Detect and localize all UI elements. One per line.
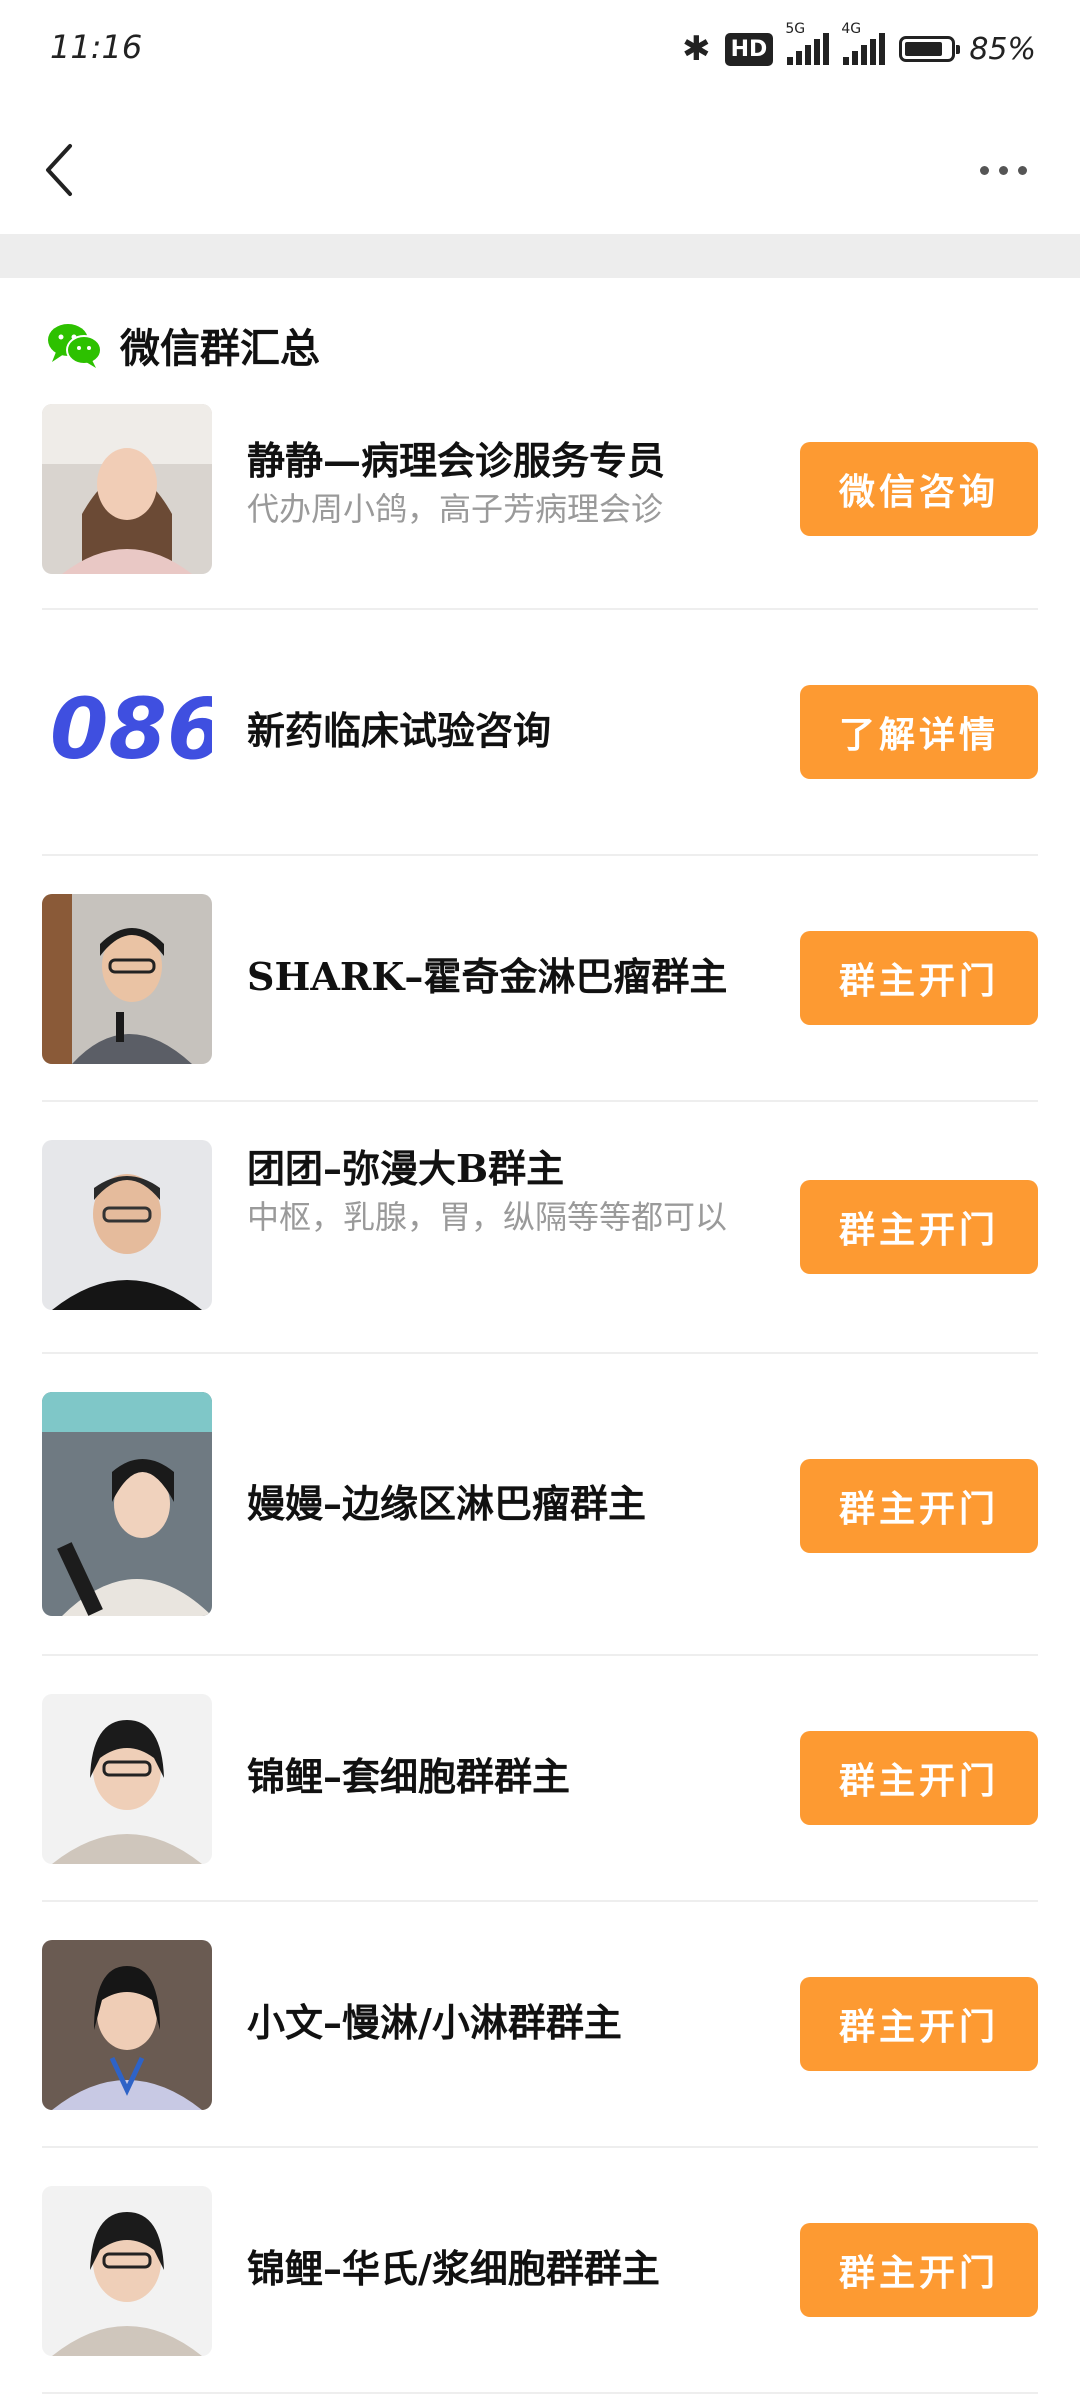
join-group-button[interactable]: 群主开门: [800, 931, 1038, 1025]
battery-icon: [899, 36, 961, 62]
avatar: [42, 1140, 212, 1310]
more-horizontal-icon[interactable]: [980, 155, 1040, 185]
avatar: [42, 1940, 212, 2110]
join-group-button[interactable]: 群主开门: [800, 1977, 1038, 2071]
item-subtitle: 代办周小鸽，高子芳病理会诊: [247, 490, 664, 528]
list-item[interactable]: 锦鲤–华氏/浆细胞群群主 群主开门: [42, 2148, 1038, 2394]
list-item[interactable]: 团团–弥漫大B群主 中枢，乳腺，胃，纵隔等等都可以 群主开门: [42, 1102, 1038, 1354]
wechat-consult-button[interactable]: 微信咨询: [800, 442, 1038, 536]
list-item[interactable]: 嫚嫚–边缘区淋巴瘤群主 群主开门: [42, 1354, 1038, 1656]
join-group-button[interactable]: 群主开门: [800, 2223, 1038, 2317]
item-title: 新药临床试验咨询: [247, 708, 552, 753]
list-item[interactable]: 锦鲤–套细胞群群主 群主开门: [42, 1656, 1038, 1902]
section-header: 微信群汇总: [46, 310, 320, 380]
join-group-button[interactable]: 群主开门: [800, 1459, 1038, 1553]
join-group-button[interactable]: 群主开门: [800, 1180, 1038, 1274]
status-time: 11:16: [50, 28, 143, 66]
avatar: 086: [42, 646, 212, 816]
learn-more-button[interactable]: 了解详情: [800, 685, 1038, 779]
battery-percent: 85%: [969, 31, 1036, 67]
divider-band: [0, 234, 1080, 278]
item-title: SHARK–霍奇金淋巴瘤群主: [247, 954, 728, 999]
item-subtitle: 中枢，乳腺，胃，纵隔等等都可以: [247, 1198, 728, 1236]
item-title: 嫚嫚–边缘区淋巴瘤群主: [247, 1481, 647, 1526]
item-title: 团团–弥漫大B群主: [247, 1146, 565, 1191]
avatar: [42, 1694, 212, 1864]
item-title: 小文–慢淋/小淋群群主: [247, 2000, 622, 2045]
signal-5g-icon: 5G: [785, 21, 830, 65]
signal-4g-icon: 4G: [841, 21, 886, 65]
bluetooth-icon: ✱: [682, 29, 711, 69]
list-item[interactable]: 小文–慢淋/小淋群群主 群主开门: [42, 1902, 1038, 2148]
avatar: [42, 404, 212, 574]
chevron-left-icon[interactable]: [40, 140, 80, 200]
item-title: 静静—病理会诊服务专员: [247, 438, 666, 483]
item-title: 锦鲤–华氏/浆细胞群群主: [247, 2246, 660, 2291]
join-group-button[interactable]: 群主开门: [800, 1731, 1038, 1825]
list-item[interactable]: SHARK–霍奇金淋巴瘤群主 群主开门: [42, 856, 1038, 1102]
status-bar: 11:16 ✱ HD 5G 4G 85%: [0, 0, 1080, 100]
list-item[interactable]: 086 新药临床试验咨询 了解详情: [42, 610, 1038, 856]
item-title: 锦鲤–套细胞群群主: [247, 1754, 571, 1799]
hd-voice-icon: HD: [724, 32, 774, 66]
nav-bar: [0, 100, 1080, 234]
list-item[interactable]: 静静—病理会诊服务专员 代办周小鸽，高子芳病理会诊 微信咨询: [42, 398, 1038, 610]
group-list: 静静—病理会诊服务专员 代办周小鸽，高子芳病理会诊 微信咨询 086 新药临床试…: [0, 398, 1080, 2394]
brand-logo-text: 086: [50, 680, 212, 778]
wechat-icon: [48, 324, 102, 368]
avatar: [42, 894, 212, 1064]
status-icons: ✱ HD 5G 4G 85%: [682, 21, 1036, 74]
avatar: [42, 2186, 212, 2356]
section-title: 微信群汇总: [120, 325, 320, 372]
avatar: [42, 1392, 212, 1616]
